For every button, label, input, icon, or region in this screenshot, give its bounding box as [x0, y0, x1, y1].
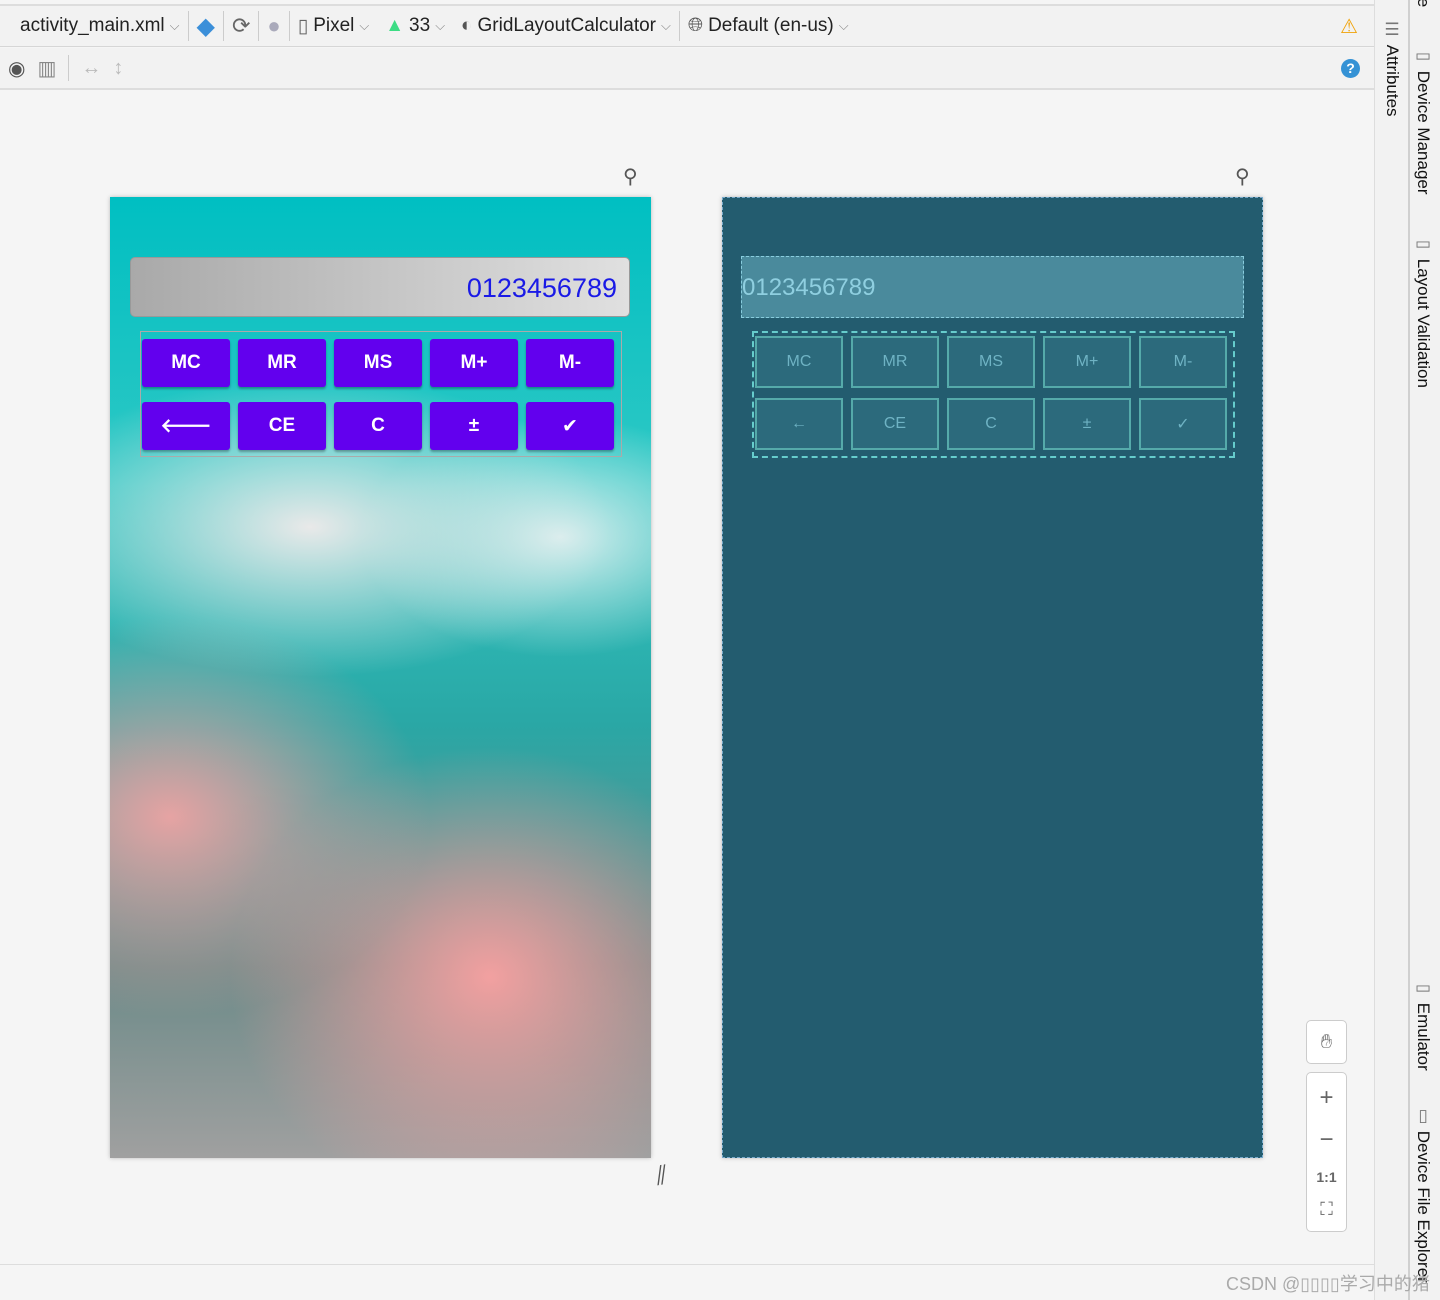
attributes-tab[interactable]: ☰ Attributes: [1382, 20, 1402, 117]
calculator-button[interactable]: ±: [430, 402, 518, 450]
calculator-button[interactable]: 🡐: [142, 402, 230, 450]
calculator-button[interactable]: C: [334, 402, 422, 450]
vertical-resize-icon[interactable]: ↕: [113, 57, 123, 80]
layers-icon: ◆: [196, 12, 215, 40]
secondary-toolbar: ◉ ▥ ↔ ↕ ?: [0, 48, 1374, 90]
calculator-display: 0123456789: [130, 257, 630, 317]
device-file-explorer-label: Device File Explorer: [1414, 1130, 1433, 1283]
phone-icon: ▯: [297, 15, 309, 37]
hand-icon: ✋︎: [1320, 1030, 1333, 1053]
chevron-down-icon: ⌵: [169, 18, 180, 33]
cut-off-tab[interactable]: le: [1413, 0, 1433, 7]
calculator-button[interactable]: MR: [238, 339, 326, 387]
calculator-button[interactable]: MS: [334, 339, 422, 387]
calculator-button[interactable]: ✔: [526, 402, 614, 450]
file-name: activity_main.xml: [20, 15, 165, 36]
resize-handle-icon[interactable]: ⫽: [653, 1159, 670, 1193]
help-icon[interactable]: ?: [1341, 58, 1360, 78]
calculator-button[interactable]: CE: [238, 402, 326, 450]
attributes-label: Attributes: [1383, 44, 1402, 117]
phone-icon: ▯: [1414, 1106, 1433, 1131]
blueprint-display: 0123456789: [741, 256, 1244, 318]
api-selector[interactable]: ▲ 33 ⌵: [377, 6, 453, 46]
divider: [1408, 0, 1410, 1300]
horizontal-resize-icon[interactable]: ↔: [81, 57, 101, 80]
chevron-down-icon: ⌵: [661, 18, 671, 33]
chevron-down-icon: ⌵: [838, 18, 849, 33]
android-icon: ▲: [385, 15, 405, 36]
pan-button[interactable]: ✋︎: [1306, 1020, 1347, 1064]
blueprint-button[interactable]: MR: [851, 336, 939, 388]
pin-icon[interactable]: ⚲: [1235, 164, 1250, 189]
bottom-divider: [0, 1264, 1374, 1265]
orientation-button[interactable]: ⟳: [224, 6, 258, 46]
divider: [68, 55, 70, 81]
zoom-out-icon[interactable]: −: [1319, 1126, 1333, 1154]
device-icon: ▭: [1414, 234, 1433, 259]
layout-validation-tab[interactable]: ▭ Layout Validation: [1413, 234, 1433, 388]
blueprint-button[interactable]: C: [947, 398, 1035, 450]
device-manager-label: Device Manager: [1414, 70, 1433, 195]
chevron-down-icon: ⌵: [435, 18, 446, 33]
watermark: CSDN @▯▯▯▯学习中的猪: [1226, 1274, 1430, 1294]
blueprint-button[interactable]: M+: [1043, 336, 1131, 388]
device-file-explorer-tab[interactable]: ▯ Device File Explorer: [1413, 1106, 1433, 1283]
api-label: 33: [409, 15, 431, 36]
design-surface-button[interactable]: ◆: [189, 6, 223, 46]
warning-icon[interactable]: ⚠: [1340, 14, 1358, 39]
sliders-icon: ☰: [1383, 20, 1402, 45]
theme-label: GridLayoutCalculator: [477, 15, 657, 36]
pin-icon[interactable]: ⚲: [623, 164, 638, 189]
night-mode-button[interactable]: ●: [259, 6, 288, 46]
device-icon: ▭: [1414, 46, 1433, 71]
blueprint-preview: 0123456789 MC MR MS M+ M- ← CE C ± ✓: [722, 197, 1263, 1158]
main-toolbar: activity_main.xml ⌵ ◆ ⟳ ● ▯ Pixel ⌵ ▲ 33 ⌵ ◐ G…: [0, 4, 1374, 47]
blueprint-button[interactable]: ←: [755, 398, 843, 450]
zoom-fit-icon[interactable]: ⛶: [1320, 1199, 1333, 1220]
blueprint-button[interactable]: ✓: [1139, 398, 1227, 450]
blueprint-button[interactable]: CE: [851, 398, 939, 450]
emulator-label: Emulator: [1414, 1002, 1433, 1071]
eye-icon[interactable]: ◉: [8, 56, 25, 81]
calculator-button[interactable]: M-: [526, 339, 614, 387]
right-tool-strip: [1374, 0, 1440, 1300]
globe-icon: 🌐︎: [687, 15, 704, 36]
emulator-tab[interactable]: ▭ Emulator: [1413, 978, 1433, 1071]
theme-icon: ◐: [461, 15, 473, 36]
locale-label: Default (en-us): [708, 15, 834, 36]
device-selector[interactable]: ▯ Pixel ⌵: [290, 6, 378, 46]
calculator-button[interactable]: M+: [430, 339, 518, 387]
device-label: Pixel: [313, 15, 355, 36]
chevron-down-icon: ⌵: [359, 18, 370, 33]
blueprint-button[interactable]: MC: [755, 336, 843, 388]
blueprint-toggle-icon[interactable]: ▥: [37, 56, 56, 81]
device-icon: ▭: [1414, 978, 1433, 1003]
blueprint-button[interactable]: ±: [1043, 398, 1131, 450]
blueprint-button[interactable]: MS: [947, 336, 1035, 388]
design-preview: 0123456789 MC MR MS M+ M- 🡐 CE C ± ✔: [110, 197, 651, 1158]
locale-selector[interactable]: 🌐︎ Default (en-us) ⌵: [680, 6, 857, 46]
blueprint-button[interactable]: M-: [1139, 336, 1227, 388]
zoom-controls: + − 1:1 ⛶: [1306, 1072, 1347, 1232]
theme-selector[interactable]: ◐ GridLayoutCalculator ⌵: [453, 6, 679, 46]
device-manager-tab[interactable]: ▭ Device Manager: [1413, 46, 1433, 195]
rotate-icon: ⟳: [231, 13, 251, 38]
calculator-button[interactable]: MC: [142, 339, 230, 387]
file-selector[interactable]: activity_main.xml ⌵: [12, 6, 188, 46]
zoom-in-icon[interactable]: +: [1319, 1084, 1333, 1112]
zoom-actual-size-button[interactable]: 1:1: [1316, 1169, 1336, 1185]
layout-validation-label: Layout Validation: [1414, 258, 1433, 388]
night-mode-icon: ●: [267, 13, 281, 38]
